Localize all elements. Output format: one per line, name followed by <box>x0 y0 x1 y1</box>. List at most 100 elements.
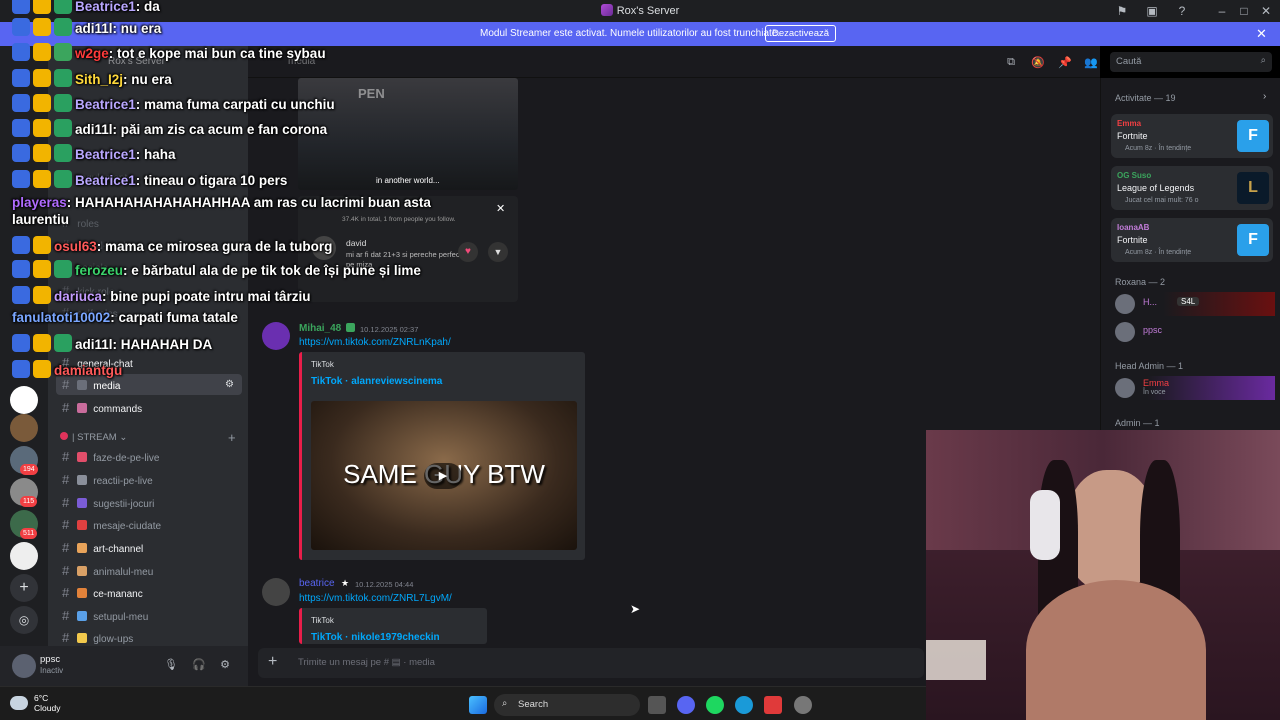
channel-glow-ups[interactable]: # glow-ups <box>56 627 242 648</box>
headphones-icon[interactable]: 🎧 <box>192 658 206 672</box>
settings-gear-icon[interactable]: ⚙ <box>218 658 232 672</box>
badge-icon <box>33 43 51 61</box>
taskbar-search[interactable]: ⌕ Search <box>494 694 640 716</box>
title-bar: Rox's Server ⚑ ▣ ? – □ ✕ <box>0 0 1280 22</box>
activity-card[interactable]: Emma Fortnite Acum 8z · În tendințe F <box>1111 114 1273 158</box>
chat-message: mama ce mirosea gura de la tuborg <box>105 239 333 254</box>
mention-badge: 115 <box>20 496 38 507</box>
help-icon[interactable]: ? <box>1174 3 1190 19</box>
members-icon[interactable]: 👥 <box>1084 56 1098 70</box>
server-icon[interactable] <box>10 542 38 570</box>
chat-badges <box>12 69 75 90</box>
mention-badge: 511 <box>20 528 38 539</box>
message-link[interactable]: https://vm.tiktok.com/ZNRLnKpah/ <box>299 337 451 348</box>
close-popup-icon[interactable]: ✕ <box>496 202 505 215</box>
channel-animalul-meu[interactable]: # animalul-meu <box>56 560 242 581</box>
group-header: Head Admin — 1 <box>1115 361 1184 371</box>
channel-ce-mananc[interactable]: # ce-mananc <box>56 582 242 603</box>
sparkle-icon <box>77 633 88 643</box>
badge-icon <box>33 286 51 304</box>
notifications-off-icon[interactable]: 🔕 <box>1031 56 1045 70</box>
disable-streamer-button[interactable]: Dezactivează <box>765 25 837 42</box>
channel-reactii-pe-live[interactable]: # reactii-pe-live <box>56 469 242 490</box>
embed-title[interactable]: TikTok · alanreviewscinema <box>311 376 442 387</box>
hash-icon: # <box>62 472 70 487</box>
invite-settings-icon[interactable]: ⚙ <box>225 374 234 395</box>
microphone-icon[interactable]: 🎙 <box>164 658 178 672</box>
member-row[interactable]: Emma În voce <box>1115 376 1275 400</box>
badge-icon <box>54 94 72 112</box>
task-view-icon[interactable] <box>648 696 666 714</box>
activity-card[interactable]: IoanaAB Fortnite Acum 8z · În tendințe F <box>1111 218 1273 262</box>
edge-icon[interactable] <box>735 696 753 714</box>
chat-badges <box>12 170 75 191</box>
member-row[interactable]: H... S4L <box>1115 292 1275 316</box>
channel-mesaje-ciudate[interactable]: # mesaje-ciudate <box>56 514 242 535</box>
chevron-right-icon[interactable]: › <box>1263 91 1266 102</box>
chat-username: adi11l <box>75 21 113 36</box>
channel-roles[interactable]: # roles <box>56 212 242 233</box>
badge-icon <box>12 43 30 61</box>
add-channel-icon[interactable]: + <box>228 430 236 445</box>
stream-dot-icon <box>60 432 68 440</box>
popup-stat: 37.4K in total, 1 from people you follow… <box>342 216 456 223</box>
channel-faze-de-pe-live[interactable]: # faze-de-pe-live <box>56 446 242 467</box>
close-window-icon[interactable]: ✕ <box>1258 3 1274 19</box>
pin-icon[interactable]: 📌 <box>1058 56 1072 70</box>
separator: : <box>112 337 121 352</box>
channel-setupul-meu[interactable]: # setupul-meu <box>56 605 242 626</box>
chat-username: w2ge <box>75 46 109 61</box>
badge-icon <box>12 334 30 352</box>
filter-icon[interactable]: ▼ <box>488 242 508 262</box>
avatar[interactable] <box>262 322 290 350</box>
threads-icon[interactable]: ⧉ <box>1004 56 1018 70</box>
chat-username: laurentiu <box>12 212 70 227</box>
badge-icon <box>54 170 72 188</box>
play-icon[interactable]: ▶ <box>424 463 462 489</box>
hash-icon: # <box>62 540 70 555</box>
badge-icon <box>33 18 51 36</box>
search-input[interactable]: Caută ⌕ <box>1110 52 1272 72</box>
close-banner-icon[interactable]: ✕ <box>1256 26 1267 42</box>
channel-sugestii-jocuri[interactable]: # sugestii-jocuri <box>56 492 242 513</box>
activity-card[interactable]: OG Suso League of Legends Jucat cel mai … <box>1111 166 1273 210</box>
embed-title[interactable]: TikTok · nikole1979checkin <box>311 632 440 643</box>
obs-icon[interactable] <box>794 696 812 714</box>
monitor-icon[interactable]: ▣ <box>1144 3 1160 19</box>
category-stream[interactable]: | STREAM ⌄ <box>60 432 127 443</box>
discord-icon[interactable] <box>677 696 695 714</box>
maximize-icon[interactable]: □ <box>1236 3 1252 19</box>
server-icon[interactable] <box>10 414 38 442</box>
inbox-icon[interactable]: ⚑ <box>1114 3 1130 19</box>
message-composer[interactable]: + Trimite un mesaj pe # ▤ · media <box>258 648 924 678</box>
add-server-icon[interactable]: + <box>10 574 38 602</box>
discover-icon[interactable]: ◎ <box>10 606 38 634</box>
minimize-icon[interactable]: – <box>1214 3 1230 19</box>
chat-username: ferozeu <box>75 263 124 278</box>
add-attachment-icon[interactable]: + <box>268 653 277 671</box>
member-row[interactable]: ppsc <box>1115 320 1275 344</box>
channel-commands[interactable]: # commands <box>56 397 242 418</box>
media-emoji-icon <box>77 380 88 390</box>
badge-icon <box>33 119 51 137</box>
avatar[interactable] <box>12 654 36 678</box>
badge-icon <box>54 334 72 352</box>
video-thumbnail[interactable]: SAME GUY BTW ▶ <box>311 401 577 550</box>
heart-icon[interactable]: ♥ <box>458 242 478 262</box>
message-author[interactable]: beatrice <box>299 578 335 589</box>
overlay-chat-line: Beatrice1: haha <box>12 144 176 165</box>
windows-start-icon[interactable] <box>469 696 487 714</box>
app-icon[interactable] <box>764 696 782 714</box>
message-link[interactable]: https://vm.tiktok.com/ZNRL7LgvM/ <box>299 593 452 604</box>
windows-taskbar: 6°C Cloudy ⌕ Search <box>0 686 926 720</box>
channel-art-channel[interactable]: # art-channel <box>56 537 242 558</box>
weather-widget[interactable]: 6°C Cloudy <box>34 693 60 713</box>
avatar[interactable] <box>262 578 290 606</box>
badge-icon <box>12 260 30 278</box>
server-icon[interactable] <box>10 386 38 414</box>
spotify-icon[interactable] <box>706 696 724 714</box>
chat-message: HAHAHAH DA <box>120 337 213 352</box>
badge-icon <box>33 69 51 87</box>
separator: : <box>66 195 76 210</box>
message-author[interactable]: Mihai_48 <box>299 323 341 334</box>
